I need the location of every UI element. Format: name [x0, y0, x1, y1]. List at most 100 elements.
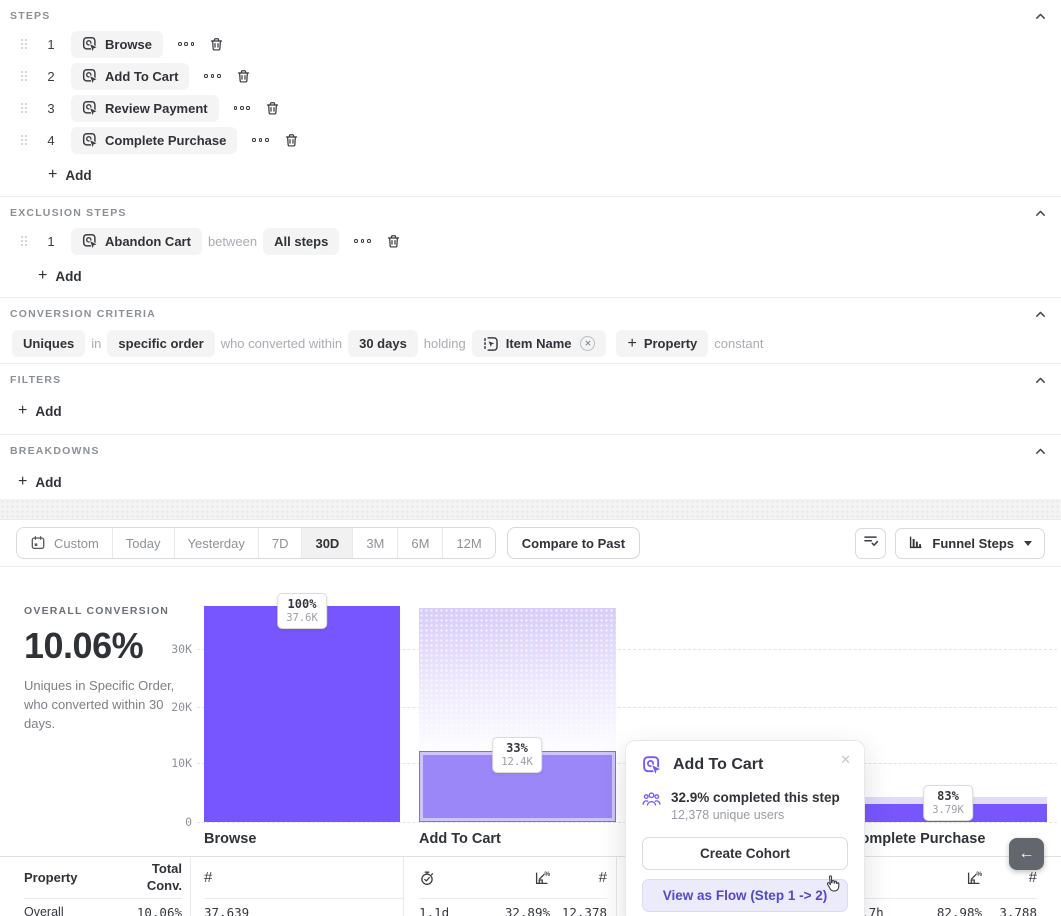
drag-handle-icon[interactable]: [20, 38, 29, 50]
event-icon: [82, 36, 98, 52]
count-column-icon[interactable]: #: [204, 869, 212, 886]
funnel-bar-browse[interactable]: [204, 606, 400, 822]
exclusion-event-pill[interactable]: Abandon Cart: [71, 228, 202, 255]
conversion-rate-column-icon[interactable]: %: [966, 870, 982, 886]
avg-time-column-icon[interactable]: [419, 870, 435, 886]
collapse-exclusion-chevron-up-icon[interactable]: [1034, 207, 1047, 220]
count-column-icon[interactable]: #: [1029, 869, 1037, 886]
step-number: 3: [44, 101, 58, 116]
drag-handle-icon[interactable]: [20, 235, 29, 247]
delete-step-trash-icon[interactable]: [284, 133, 299, 148]
count-column-icon[interactable]: #: [599, 869, 607, 886]
property-column-header[interactable]: Property: [24, 857, 128, 899]
drag-handle-icon[interactable]: [20, 134, 29, 146]
delete-step-trash-icon[interactable]: [209, 37, 224, 52]
holding-property-pill[interactable]: Item Name ✕: [472, 330, 607, 357]
counting-method-pill[interactable]: Uniques: [12, 330, 85, 357]
add-step-label: Add: [65, 168, 91, 183]
exclusion-step-row: 1 Abandon Cart between All steps: [20, 227, 1061, 255]
date-range-30d-selected[interactable]: 30D: [301, 528, 352, 558]
event-icon: [82, 132, 98, 148]
bar-count: 12.4K: [501, 756, 533, 768]
step-event-pill[interactable]: Complete Purchase: [71, 127, 237, 154]
delete-exclusion-trash-icon[interactable]: [386, 234, 401, 249]
conversion-rate-column-icon[interactable]: %: [534, 870, 550, 886]
step4-count: 3,788: [982, 899, 1037, 916]
chart-type-dropdown[interactable]: Funnel Steps: [895, 528, 1045, 559]
users-icon: [642, 791, 661, 807]
add-breakdown-button[interactable]: + Add: [18, 469, 62, 495]
add-property-pill[interactable]: + Property: [616, 330, 708, 357]
converted-within-text: who converted within: [221, 336, 342, 351]
step-number: 4: [44, 133, 58, 148]
add-step-button[interactable]: + Add: [48, 162, 92, 188]
date-range-7d[interactable]: 7D: [258, 528, 302, 558]
chart-toolbar: Custom Today Yesterday 7D 30D 3M 6M 12M …: [0, 520, 1061, 567]
step-row: 4 Complete Purchase: [20, 126, 1061, 154]
more-options-icon[interactable]: [234, 106, 250, 110]
add-filter-label: Add: [35, 404, 61, 419]
step-number: 1: [44, 37, 58, 52]
date-range-3m[interactable]: 3M: [352, 528, 397, 558]
compare-to-past-button[interactable]: Compare to Past: [507, 527, 640, 559]
between-text: between: [208, 234, 257, 249]
create-cohort-button[interactable]: Create Cohort: [642, 837, 848, 870]
metrics-table: Property Overall Total Conv. 10.06% # 37…: [0, 856, 1061, 916]
date-range-label: 12M: [456, 536, 481, 551]
step1-count: 37,639: [204, 899, 403, 916]
step4-rate: 82.98%: [904, 899, 982, 916]
overall-conversion-value: 10.06%: [24, 625, 186, 667]
drag-handle-icon[interactable]: [20, 102, 29, 114]
bar-percent: 33%: [501, 741, 533, 755]
conversion-window-pill[interactable]: 30 days: [348, 330, 418, 357]
bar-value-chip: 83% 3.79K: [923, 785, 973, 821]
add-filter-button[interactable]: + Add: [18, 398, 62, 424]
more-options-icon[interactable]: [204, 74, 220, 78]
funnel-chart: 30K 20K 10K 0 OVERALL CONVERSION 10.06% …: [0, 567, 1061, 856]
event-icon: [642, 755, 662, 775]
more-options-icon[interactable]: [252, 138, 268, 142]
compare-label: Compare to Past: [522, 536, 625, 551]
add-breakdown-label: Add: [35, 475, 61, 490]
view-as-flow-button[interactable]: View as Flow (Step 1 -> 2): [642, 879, 848, 912]
exclusion-range-pill[interactable]: All steps: [263, 228, 339, 255]
breakdowns-section: BREAKDOWNS + Add: [0, 435, 1061, 499]
date-range-12m[interactable]: 12M: [442, 528, 494, 558]
close-icon[interactable]: ✕: [840, 752, 851, 768]
overall-total-conversion: 10.06%: [128, 899, 182, 916]
date-range-label: Custom: [54, 536, 99, 551]
order-label: specific order: [118, 336, 203, 351]
scroll-back-button[interactable]: ←: [1009, 838, 1044, 870]
order-pill[interactable]: specific order: [107, 330, 214, 357]
step-event-pill[interactable]: Review Payment: [71, 95, 219, 122]
delete-step-trash-icon[interactable]: [236, 69, 251, 84]
step-row: 2 Add To Cart: [20, 62, 1061, 90]
collapse-criteria-chevron-up-icon[interactable]: [1034, 308, 1047, 321]
date-range-yesterday[interactable]: Yesterday: [174, 528, 258, 558]
bar-percent: 83%: [932, 789, 964, 803]
panel-divider: [0, 499, 1061, 520]
arrow-left-icon: ←: [1019, 845, 1035, 863]
step-event-pill[interactable]: Add To Cart: [71, 63, 189, 90]
step-event-pill[interactable]: Browse: [71, 31, 163, 58]
step-number: 2: [44, 69, 58, 84]
delete-step-trash-icon[interactable]: [265, 101, 280, 116]
collapse-filters-chevron-up-icon[interactable]: [1034, 374, 1047, 387]
total-conversion-column-header[interactable]: Total Conv.: [128, 857, 182, 899]
collapse-breakdowns-chevron-up-icon[interactable]: [1034, 445, 1047, 458]
chart-options-button[interactable]: [855, 528, 886, 559]
drag-handle-icon[interactable]: [20, 70, 29, 82]
remove-property-icon[interactable]: ✕: [580, 336, 595, 351]
step2-count: 12,378: [550, 899, 607, 916]
exclusion-steps-section: EXCLUSION STEPS 1 Abandon Cart between A…: [0, 197, 1061, 298]
more-options-icon[interactable]: [178, 42, 194, 46]
more-options-icon[interactable]: [354, 239, 370, 243]
collapse-steps-chevron-up-icon[interactable]: [1034, 10, 1047, 23]
bar-percent: 100%: [286, 597, 318, 611]
date-range-custom[interactable]: Custom: [17, 528, 112, 558]
conversion-window-label: 30 days: [359, 336, 407, 351]
plus-icon: +: [38, 268, 47, 284]
add-exclusion-button[interactable]: + Add: [38, 263, 82, 289]
date-range-today[interactable]: Today: [112, 528, 174, 558]
date-range-6m[interactable]: 6M: [397, 528, 442, 558]
